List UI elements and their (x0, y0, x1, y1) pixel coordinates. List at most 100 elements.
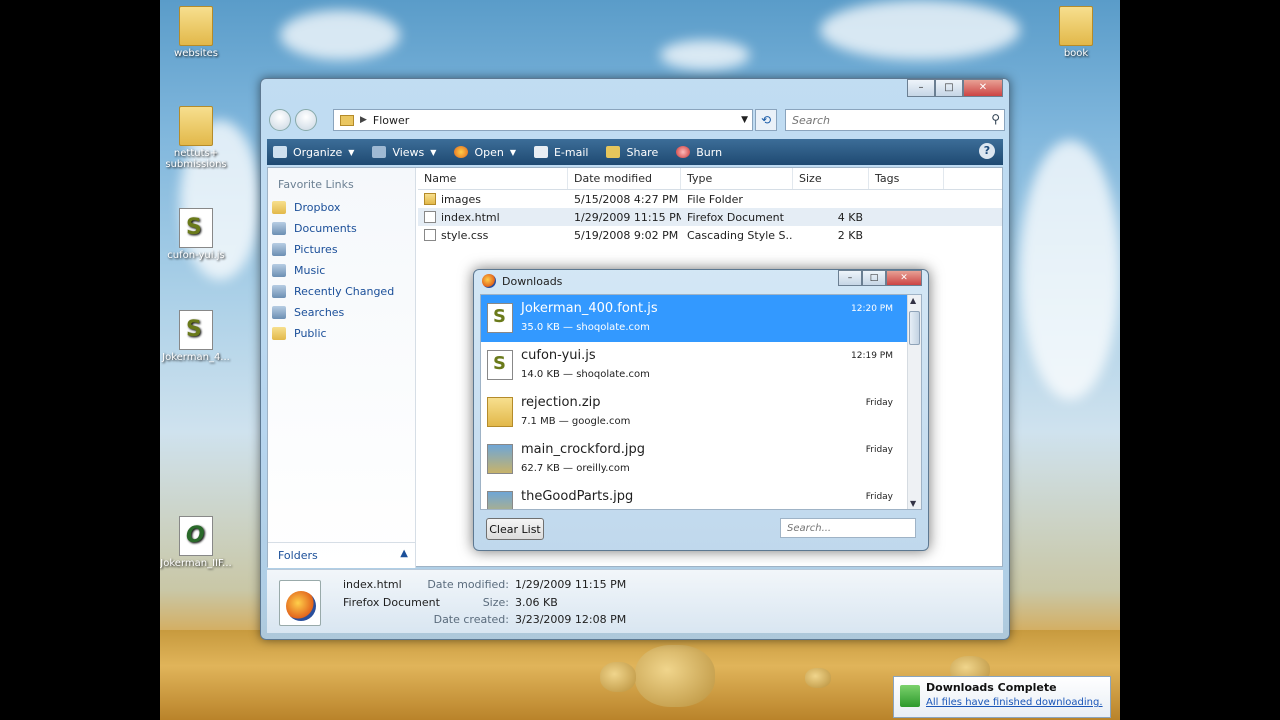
file-row[interactable]: index.html 1/29/2009 11:15 PM Firefox Do… (418, 208, 1002, 226)
navigation-bar: ▶ Flower ▼ ⟲ ⚲ (267, 107, 1005, 133)
favorite-links-heading: Favorite Links (278, 178, 354, 191)
column-header-type[interactable]: Type (681, 168, 793, 189)
css-file-icon (424, 228, 436, 241)
download-item[interactable]: theGoodParts.jpg Friday (481, 483, 907, 509)
breadcrumb-flower[interactable]: Flower (373, 114, 409, 127)
desktop-icon-cufon[interactable]: S cufon-yui.js (160, 208, 236, 261)
chevron-up-icon: ▲ (400, 548, 408, 559)
burn-button[interactable]: Burn (676, 146, 722, 159)
maximize-button[interactable]: □ (935, 79, 963, 97)
documents-icon (272, 222, 286, 235)
nav-item-documents[interactable]: Documents (268, 218, 415, 239)
notification-title: Downloads Complete (926, 681, 1057, 694)
recent-icon (272, 285, 286, 298)
clear-list-button[interactable]: Clear List (486, 518, 544, 540)
desktop-icon-nettuts[interactable]: nettuts+ submissions (160, 106, 236, 170)
details-pane: index.html Firefox Document Date modifie… (267, 569, 1003, 633)
minimize-button[interactable]: – (838, 270, 862, 286)
script-file-icon: S (487, 350, 513, 380)
organize-icon (273, 146, 287, 158)
nav-item-pictures[interactable]: Pictures (268, 239, 415, 260)
navigation-pane: Favorite Links Dropbox Documents Picture… (268, 168, 416, 568)
details-file-name: index.html (343, 578, 402, 591)
image-file-icon (487, 444, 513, 474)
folder-icon (1059, 6, 1093, 46)
nav-item-recently-changed[interactable]: Recently Changed (268, 281, 415, 302)
back-button[interactable] (269, 109, 291, 131)
share-button[interactable]: Share (606, 146, 658, 159)
nav-item-music[interactable]: Music (268, 260, 415, 281)
folders-toggle[interactable]: Folders ▲ (268, 542, 416, 568)
command-bar: Organize ▼ Views ▼ Open ▼ E-mail Share Burn (267, 139, 1003, 165)
window-controls: – □ ✕ (907, 79, 1003, 97)
scroll-up-icon[interactable]: ▲ (910, 296, 916, 305)
folder-icon (179, 6, 213, 46)
chevron-right-icon: ▶ (360, 115, 367, 125)
scroll-down-icon[interactable]: ▼ (910, 499, 916, 508)
download-item[interactable]: S Jokerman_400.font.js 35.0 KB — shoqola… (481, 295, 907, 342)
column-header-name[interactable]: Name (418, 168, 568, 189)
script-file-icon: S (179, 208, 213, 248)
close-button[interactable]: ✕ (963, 79, 1003, 97)
firefox-icon (454, 146, 469, 158)
help-icon[interactable]: ? (979, 143, 995, 159)
scrollbar-thumb[interactable] (909, 311, 920, 345)
chevron-down-icon[interactable]: ▼ (741, 115, 748, 125)
script-file-icon: S (179, 310, 213, 350)
disc-icon (676, 146, 691, 158)
forward-button[interactable] (295, 109, 317, 131)
minimize-button[interactable]: – (907, 79, 935, 97)
html-file-icon (424, 210, 436, 223)
script-file-icon: S (487, 303, 513, 333)
column-header-size[interactable]: Size (793, 168, 869, 189)
open-button[interactable]: Open ▼ (454, 146, 516, 159)
downloads-search-input[interactable] (780, 518, 916, 538)
downloads-complete-notification[interactable]: Downloads Complete All files have finish… (893, 676, 1111, 718)
nav-item-public[interactable]: Public (268, 323, 415, 344)
font-file-icon: O (179, 516, 213, 556)
image-file-icon (487, 491, 513, 509)
desktop-icon-jokerman-font[interactable]: O Jokerman_IIF... (160, 516, 236, 569)
refresh-button[interactable]: ⟲ (755, 109, 777, 131)
folder-icon (340, 114, 354, 126)
nav-item-dropbox[interactable]: Dropbox (268, 197, 415, 218)
views-button[interactable]: Views ▼ (372, 146, 436, 159)
address-bar[interactable]: ▶ Flower ▼ (333, 109, 753, 131)
envelope-icon (533, 146, 548, 158)
organize-button[interactable]: Organize ▼ (273, 146, 354, 159)
email-button[interactable]: E-mail (533, 146, 588, 159)
music-icon (272, 264, 286, 277)
zip-folder-icon (487, 397, 513, 427)
downloads-window: Downloads – □ ✕ S Jokerman_400.font.js 3… (473, 269, 929, 551)
maximize-button[interactable]: □ (862, 270, 886, 286)
firefox-document-icon (279, 580, 321, 626)
desktop-icon-websites[interactable]: websites (160, 6, 236, 59)
download-item[interactable]: main_crockford.jpg 62.7 KB — oreilly.com… (481, 436, 907, 483)
views-icon (372, 146, 387, 158)
column-header-date[interactable]: Date modified (568, 168, 681, 189)
downloads-list: S Jokerman_400.font.js 35.0 KB — shoqola… (480, 294, 922, 510)
file-row[interactable]: style.css 5/19/2008 9:02 PM Cascading St… (418, 226, 1002, 244)
downloads-window-controls: – □ ✕ (838, 270, 922, 286)
close-button[interactable]: ✕ (886, 270, 922, 286)
download-item[interactable]: rejection.zip 7.1 MB — google.com Friday (481, 389, 907, 436)
folder-icon (424, 192, 436, 205)
download-item[interactable]: S cufon-yui.js 14.0 KB — shoqolate.com 1… (481, 342, 907, 389)
details-date-created: 3/23/2009 12:08 PM (515, 613, 627, 626)
download-arrow-icon (900, 685, 920, 707)
column-header-tags[interactable]: Tags (869, 168, 944, 189)
folder-icon (272, 327, 286, 340)
notification-link[interactable]: All files have finished downloading. (926, 697, 1104, 708)
nav-item-searches[interactable]: Searches (268, 302, 415, 323)
file-row[interactable]: images 5/15/2008 4:27 PM File Folder (418, 190, 1002, 208)
desktop-icon-book[interactable]: book (1036, 6, 1116, 59)
downloads-scrollbar[interactable]: ▲ ▼ (907, 295, 921, 509)
column-headers: Name Date modified Type Size Tags (418, 168, 1002, 190)
pictures-icon (272, 243, 286, 256)
details-date-modified: 1/29/2009 11:15 PM (515, 578, 627, 591)
search-icon[interactable]: ⚲ (991, 112, 1000, 126)
desktop-icon-jokerman-js[interactable]: S Jokerman_4... (160, 310, 236, 363)
search-input[interactable] (786, 110, 976, 130)
folder-icon (179, 106, 213, 146)
dropbox-icon (272, 201, 286, 214)
